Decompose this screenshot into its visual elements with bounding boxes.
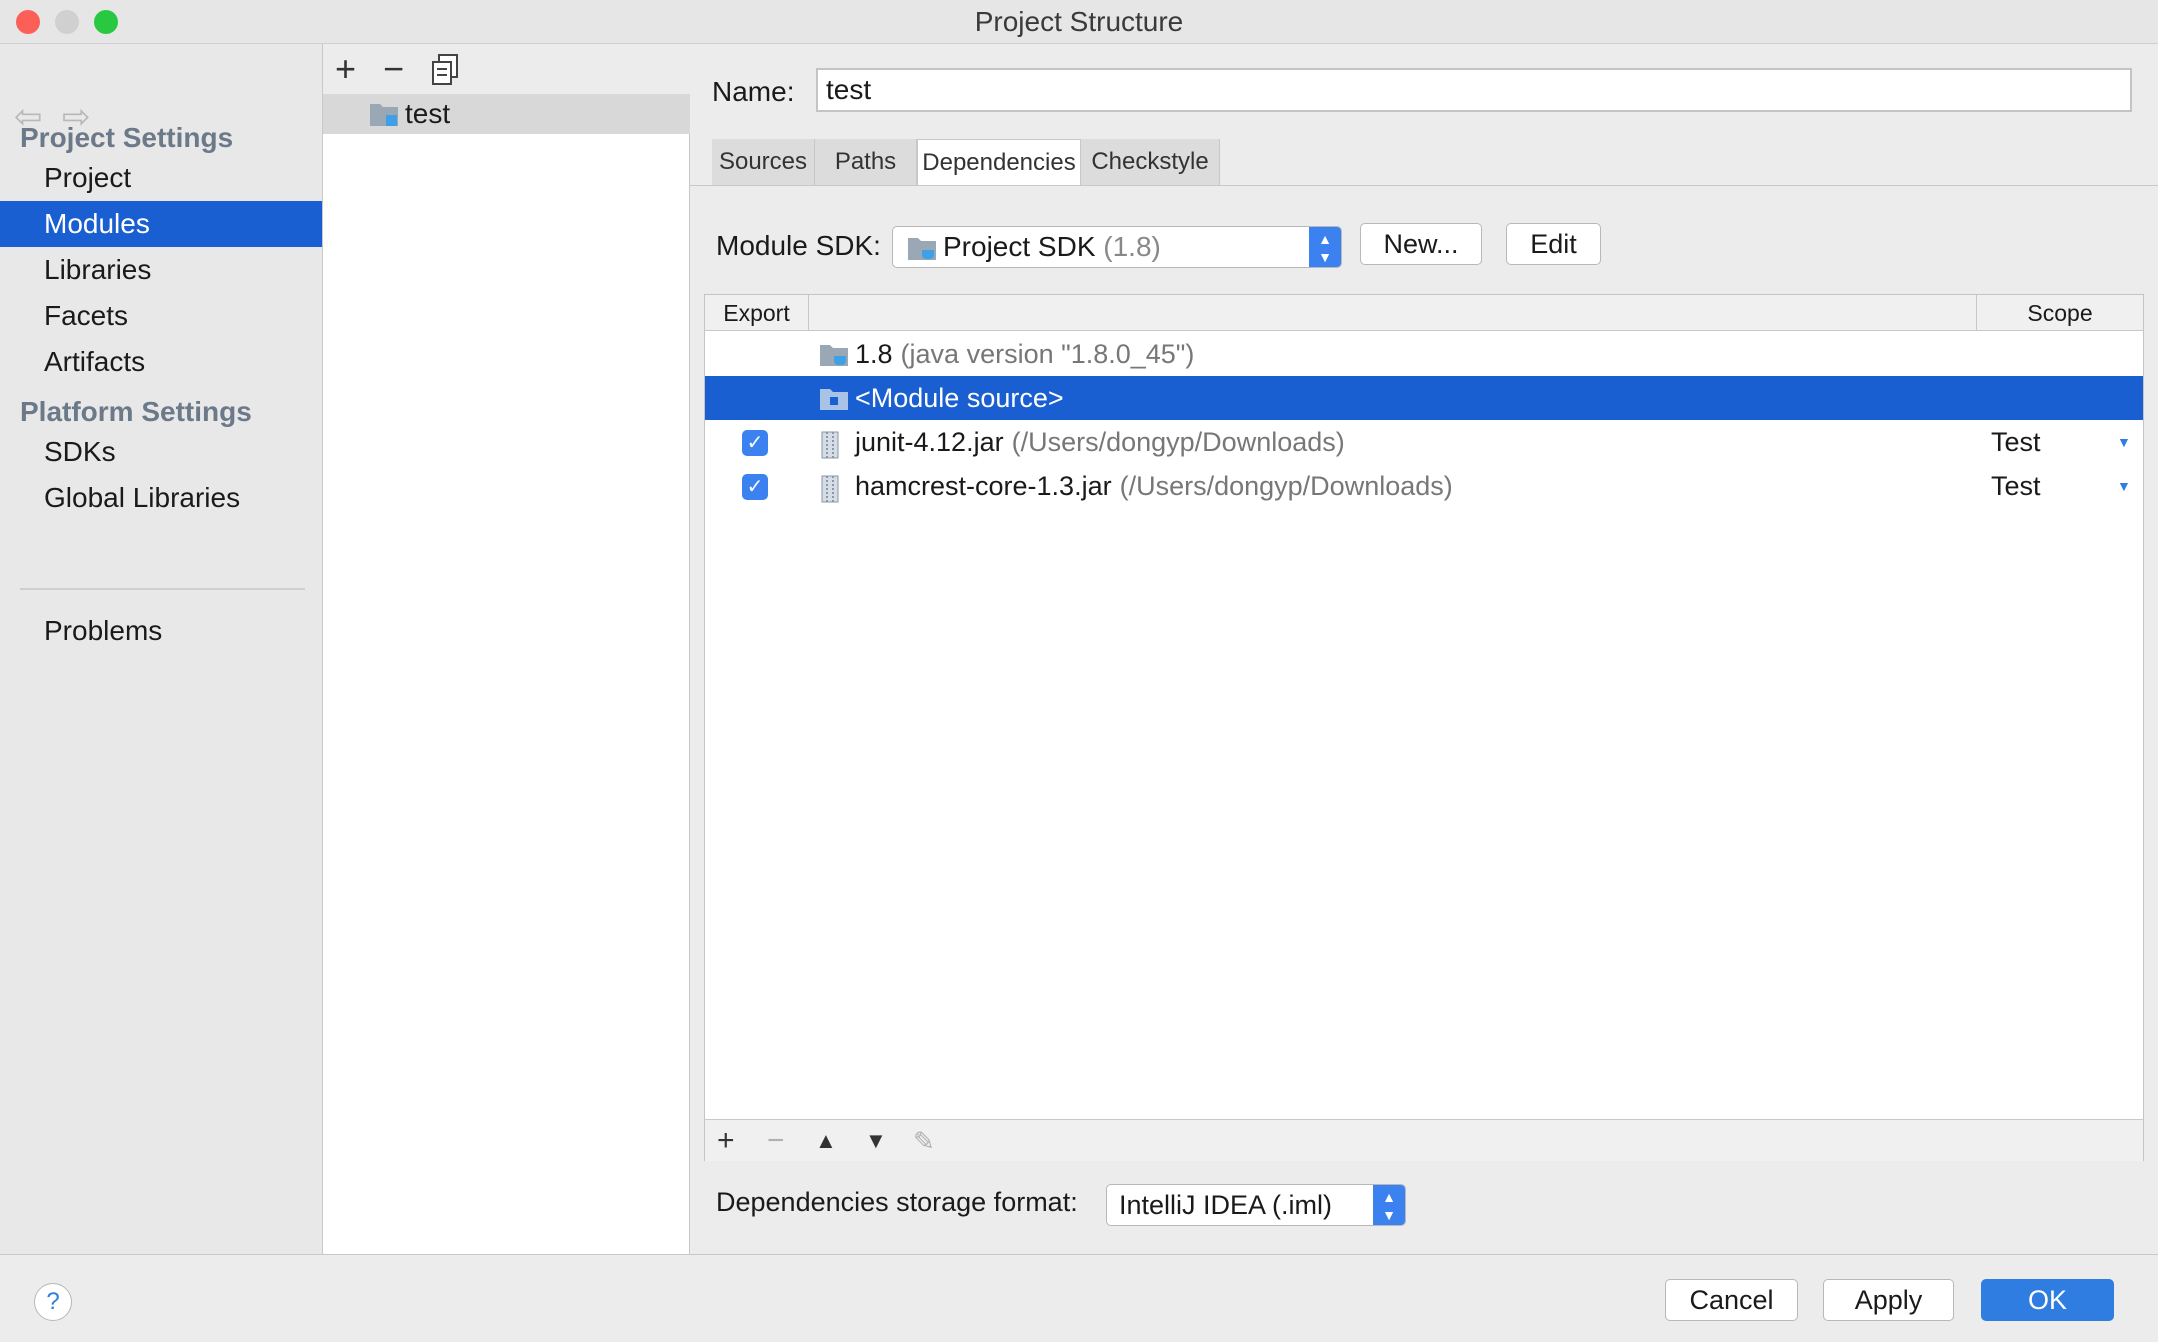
table-row[interactable]: ✓ hamcrest-core-1.3.jar (/Users/dongyp/Do… [705, 464, 2143, 508]
module-list-panel: + − test [323, 44, 690, 1254]
select-stepper-icon: ▲ ▼ [1373, 1185, 1405, 1225]
dialog-footer: ? Cancel Apply OK [0, 1254, 2158, 1342]
module-sdk-select[interactable]: Project SDK (1.8) ▲ ▼ [892, 226, 1342, 268]
tab-divider [690, 185, 2158, 186]
module-sdk-version: (1.8) [1103, 231, 1161, 262]
storage-format-label: Dependencies storage format: [716, 1187, 1078, 1217]
table-row[interactable]: <Module source> [705, 376, 2143, 420]
table-header: Export Scope [705, 295, 2143, 331]
storage-format-select[interactable]: IntelliJ IDEA (.iml) ▲ ▼ [1106, 1184, 1406, 1226]
move-down-icon[interactable]: ▼ [865, 1120, 887, 1162]
dependency-name: 1.8 [855, 339, 893, 369]
name-label: Name: [712, 76, 795, 107]
column-header-name[interactable] [809, 295, 1977, 331]
module-sdk-label: Module SDK: [716, 230, 881, 261]
sidebar-item-project[interactable]: Project [0, 155, 322, 201]
sdk-folder-icon [819, 343, 849, 374]
title-bar: Project Structure [0, 0, 2158, 44]
window-title: Project Structure [974, 6, 1184, 37]
add-module-icon[interactable]: + [335, 44, 356, 94]
module-sdk-value: Project SDK [943, 231, 1096, 262]
jar-icon [819, 431, 841, 466]
module-label: test [405, 98, 451, 129]
dependency-name: junit-4.12.jar [855, 427, 1004, 457]
sidebar-item-problems[interactable]: Problems [0, 608, 322, 654]
dependency-detail: (/Users/dongyp/Downloads) [1011, 427, 1345, 457]
module-source-folder-icon [819, 387, 849, 418]
scope-dropdown-icon[interactable]: ▼ [2117, 464, 2131, 508]
dependency-name: <Module source> [855, 383, 1064, 413]
table-row[interactable]: 1.8 (java version "1.8.0_45") [705, 332, 2143, 376]
sidebar-item-artifacts[interactable]: Artifacts [0, 339, 322, 385]
tab-checkstyle[interactable]: Checkstyle [1081, 139, 1220, 185]
cancel-button[interactable]: Cancel [1665, 1279, 1798, 1321]
sidebar-item-facets[interactable]: Facets [0, 293, 322, 339]
copy-module-icon[interactable] [431, 50, 461, 100]
remove-dependency-icon[interactable]: − [767, 1120, 785, 1162]
scope-value[interactable]: Test [1991, 420, 2041, 464]
dependency-detail: (java version "1.8.0_45") [900, 339, 1195, 369]
module-item-test[interactable]: test [323, 94, 690, 134]
table-row[interactable]: ✓ junit-4.12.jar (/Users/dongyp/Downloads… [705, 420, 2143, 464]
tab-dependencies[interactable]: Dependencies [917, 139, 1081, 185]
module-folder-icon [369, 101, 399, 134]
module-toolbar: + − [323, 44, 690, 94]
tab-paths[interactable]: Paths [815, 139, 917, 185]
edit-sdk-button[interactable]: Edit [1506, 223, 1601, 265]
scope-dropdown-icon[interactable]: ▼ [2117, 420, 2131, 464]
ok-button[interactable]: OK [1981, 1279, 2114, 1321]
platform-settings-heading: Platform Settings [20, 396, 252, 427]
sidebar-item-global-libraries[interactable]: Global Libraries [0, 475, 322, 521]
project-settings-heading: Project Settings [20, 122, 234, 153]
name-field[interactable] [816, 68, 2132, 112]
move-up-icon[interactable]: ▲ [815, 1120, 837, 1162]
export-checkbox[interactable]: ✓ [742, 430, 768, 456]
jar-icon [819, 475, 841, 510]
dependencies-table: Export Scope 1.8 (java version "1.8.0_45"… [704, 294, 2144, 1161]
scope-value[interactable]: Test [1991, 464, 2041, 508]
select-stepper-icon: ▲ ▼ [1309, 227, 1341, 267]
dependency-detail: (/Users/dongyp/Downloads) [1119, 471, 1453, 501]
storage-format-value: IntelliJ IDEA (.iml) [1119, 1190, 1333, 1220]
new-sdk-button[interactable]: New... [1360, 223, 1482, 265]
dependency-name: hamcrest-core-1.3.jar [855, 471, 1112, 501]
sidebar-item-sdks[interactable]: SDKs [0, 429, 322, 475]
column-header-scope[interactable]: Scope [1977, 295, 2143, 331]
tab-sources[interactable]: Sources [712, 139, 815, 185]
sidebar-item-libraries[interactable]: Libraries [0, 247, 322, 293]
help-button[interactable]: ? [34, 1283, 72, 1321]
sidebar-item-modules[interactable]: Modules [0, 201, 322, 247]
column-header-export[interactable]: Export [705, 295, 809, 331]
table-toolbar: + − ▲ ▼ ✎ [705, 1119, 2143, 1161]
sidebar: ⇦ ⇨ Project Settings Project Modules Lib… [0, 44, 323, 1254]
add-dependency-icon[interactable]: + [717, 1120, 735, 1162]
remove-module-icon[interactable]: − [383, 44, 404, 94]
export-checkbox[interactable]: ✓ [742, 474, 768, 500]
sdk-folder-icon [907, 235, 937, 268]
module-detail-pane: Name: Sources Paths Dependencies Checkst… [690, 44, 2158, 1254]
sidebar-divider [20, 588, 305, 590]
edit-dependency-icon[interactable]: ✎ [913, 1120, 935, 1162]
apply-button[interactable]: Apply [1823, 1279, 1954, 1321]
